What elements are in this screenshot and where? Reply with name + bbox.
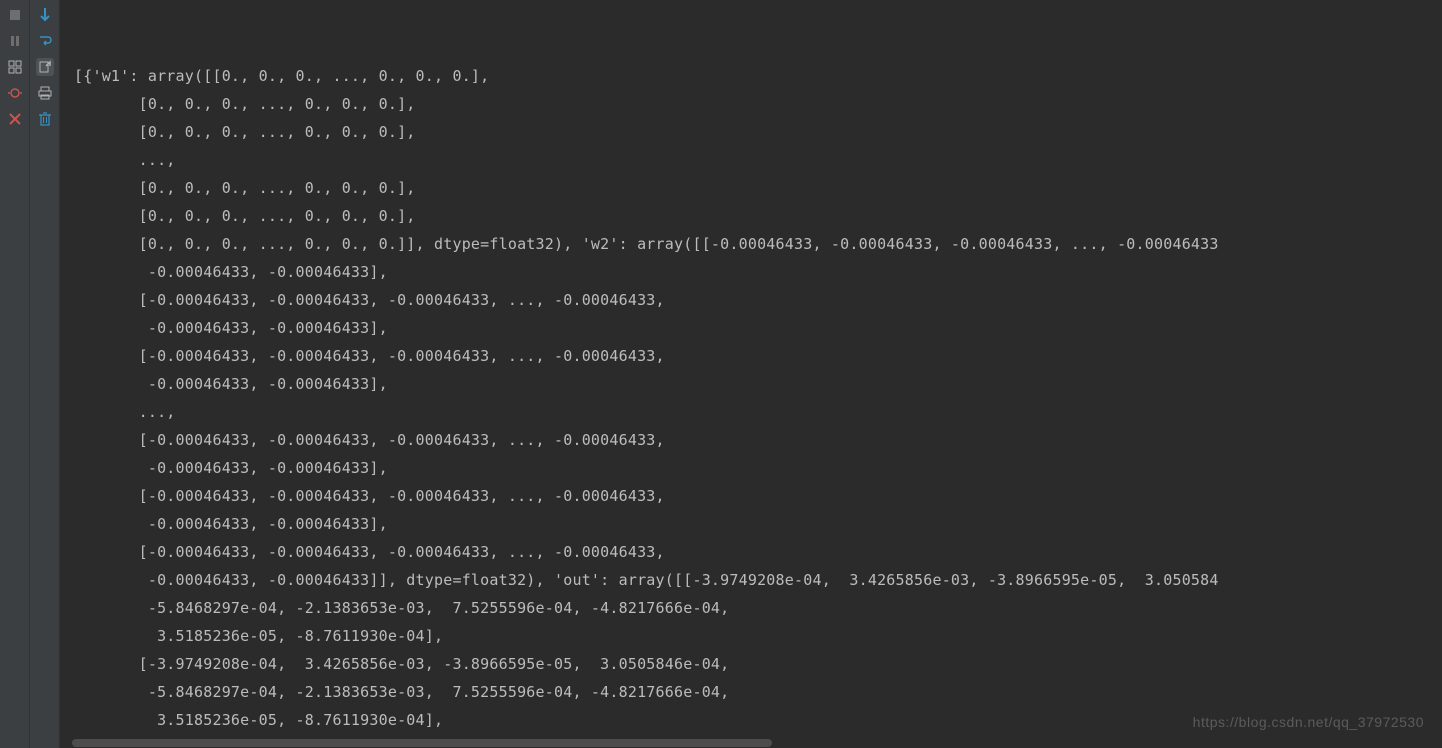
export-icon[interactable] — [36, 58, 54, 76]
print-icon[interactable] — [36, 84, 54, 102]
console-output[interactable]: [{'w1': array([[0., 0., 0., ..., 0., 0.,… — [60, 0, 1442, 748]
layout-icon[interactable] — [6, 58, 24, 76]
console-text: [{'w1': array([[0., 0., 0., ..., 0., 0.,… — [74, 62, 1432, 748]
console-toolbar — [30, 0, 60, 748]
soft-wrap-icon[interactable] — [36, 32, 54, 50]
arrow-down-icon[interactable] — [36, 6, 54, 24]
trash-icon[interactable] — [36, 110, 54, 128]
horizontal-scrollbar[interactable] — [60, 738, 1442, 748]
close-icon[interactable] — [6, 110, 24, 128]
pause-icon[interactable] — [6, 32, 24, 50]
stop-icon[interactable] — [6, 6, 24, 24]
debug-icon[interactable] — [6, 84, 24, 102]
debug-toolbar — [0, 0, 30, 748]
scrollbar-thumb[interactable] — [72, 739, 772, 747]
